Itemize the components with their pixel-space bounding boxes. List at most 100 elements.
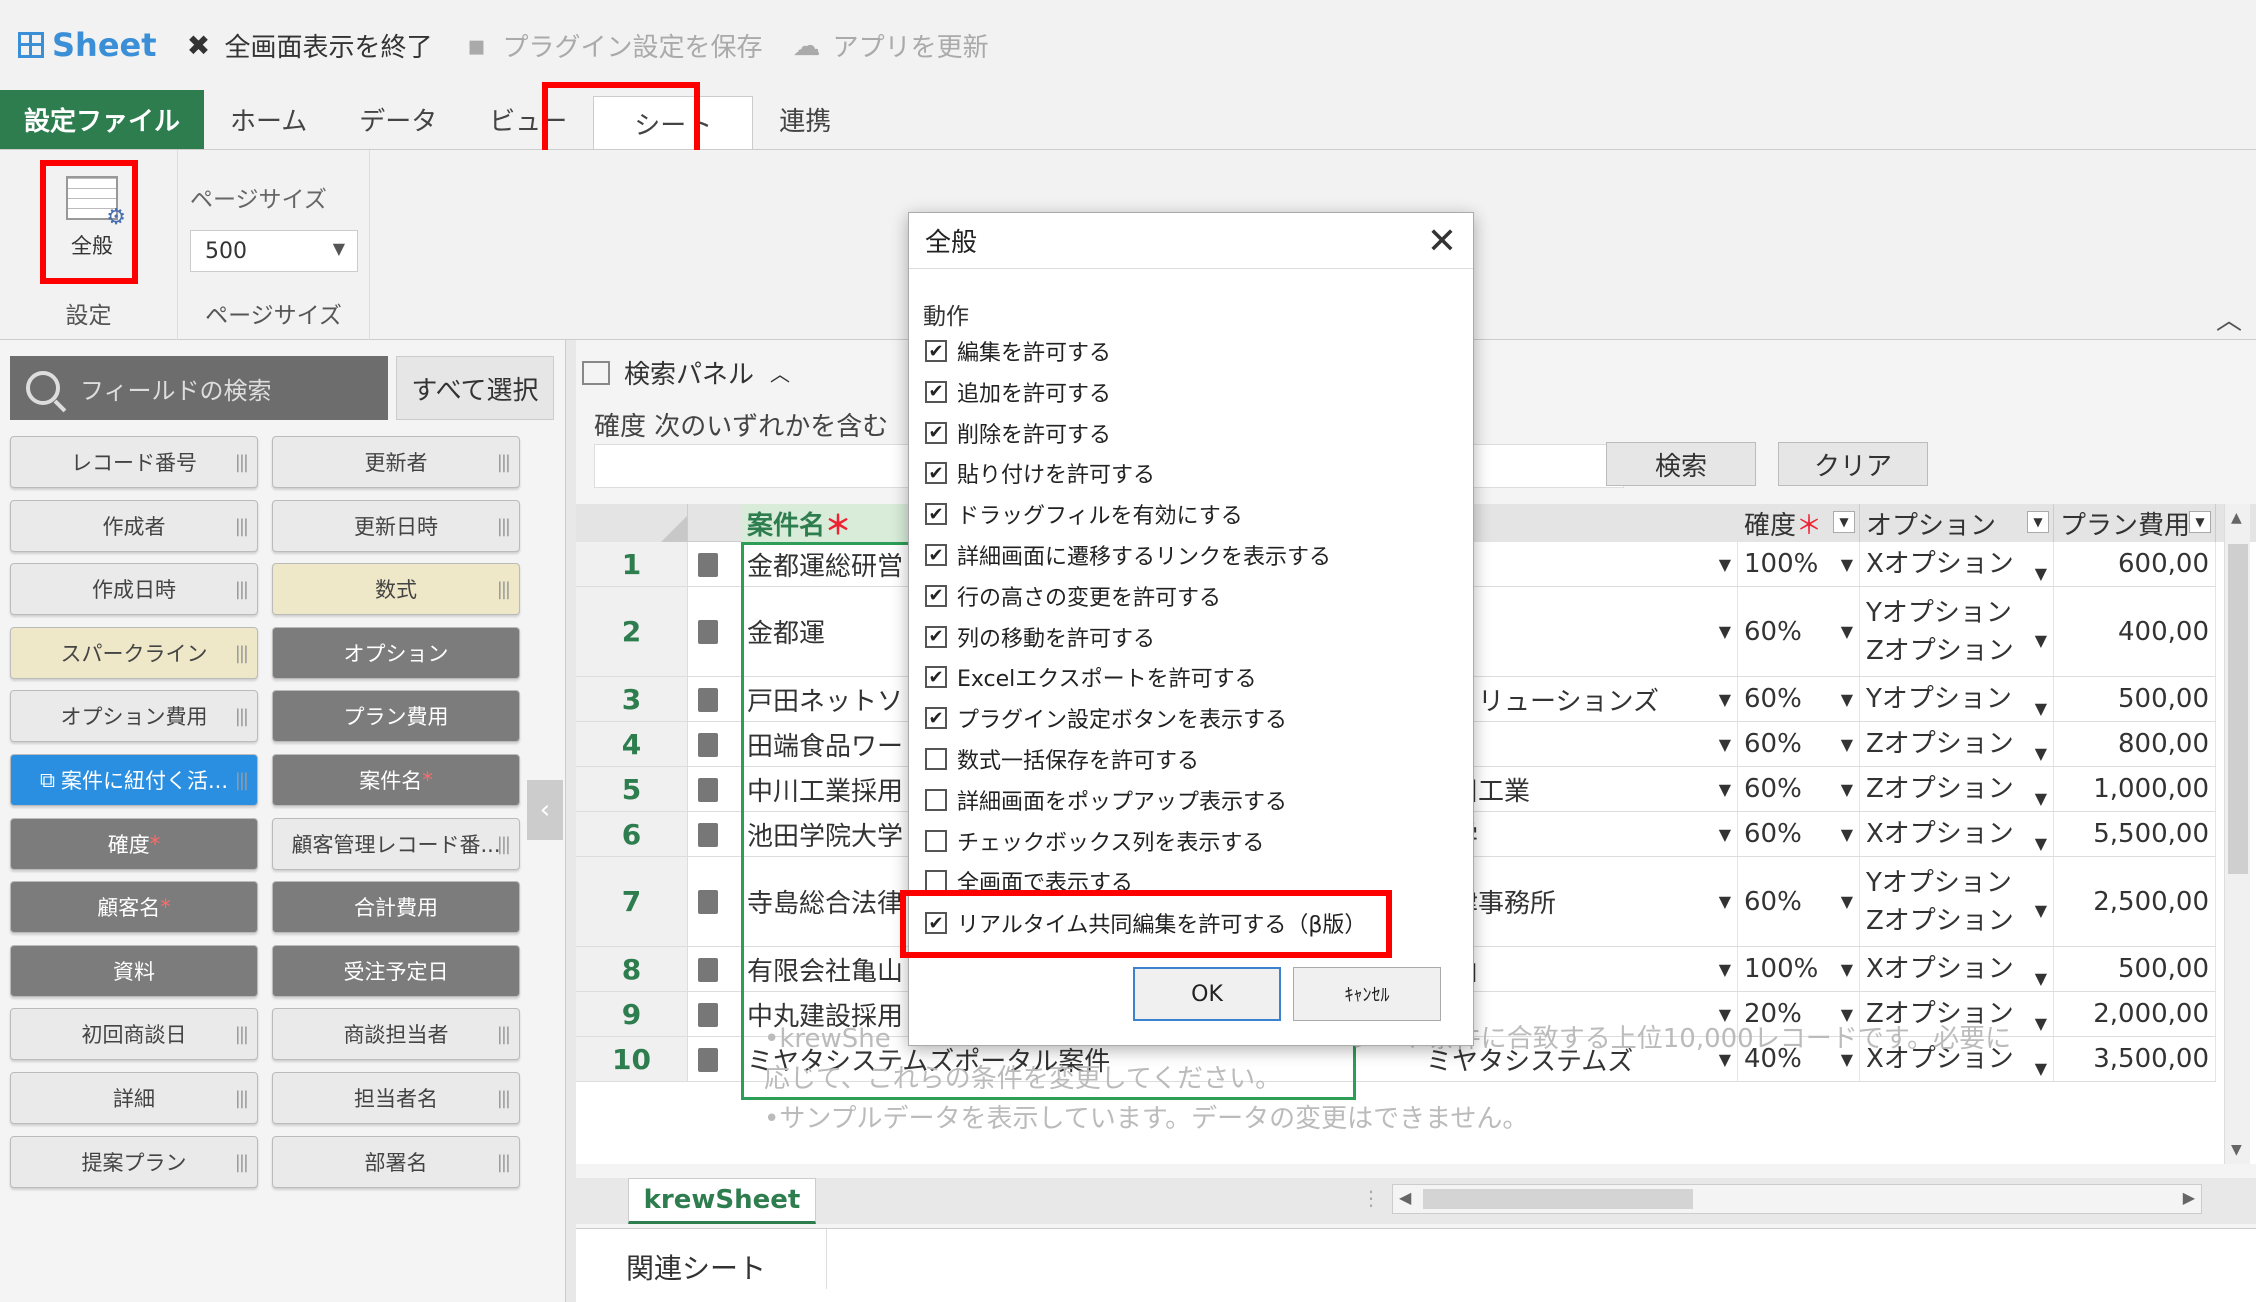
cell-plan-cost[interactable]: 3,500,00 (2054, 1037, 2216, 1081)
scroll-thumb[interactable] (2228, 544, 2248, 874)
dropdown-arrow-icon[interactable]: ▼ (1841, 735, 1853, 754)
sheet-tab-krewsheet[interactable]: krewSheet (628, 1178, 816, 1224)
cell-option[interactable]: Yオプション Zオプション ▼ (1860, 857, 2054, 946)
document-icon[interactable] (698, 822, 718, 847)
option-checkbox-row[interactable]: 詳細画面をポップアップ表示する (925, 784, 1287, 816)
collapse-panel-icon[interactable]: ‹ (527, 780, 563, 840)
option-checkbox-row[interactable]: ✔ Excelエクスポートを許可する (925, 661, 1257, 693)
document-icon[interactable] (698, 957, 718, 982)
cell-option[interactable]: Yオプション Zオプション ▼ (1860, 587, 2054, 676)
drag-grip-icon[interactable]: ||| (235, 452, 249, 473)
field-chip[interactable]: 顧客名 * (10, 881, 258, 934)
clear-button[interactable]: クリア (1778, 442, 1928, 486)
field-chip[interactable]: 詳細 ||| (10, 1072, 258, 1124)
dropdown-arrow-icon[interactable]: ▼ (1719, 960, 1731, 979)
cell-probability[interactable]: 100% ▼ (1738, 542, 1860, 586)
field-chip[interactable]: 部署名 ||| (272, 1135, 520, 1188)
option-checkbox-row[interactable]: ✔ 追加を許可する (925, 376, 1111, 408)
checkbox-unchecked[interactable] (925, 788, 947, 811)
cell-plan-cost[interactable]: 1,000,00 (2054, 767, 2216, 811)
page-size-select[interactable]: 500 ▼ (190, 230, 358, 272)
field-chip[interactable]: 数式 ||| (272, 563, 520, 616)
field-chip[interactable]: 更新日時 ||| (272, 499, 520, 552)
checkbox-unchecked[interactable] (925, 748, 947, 770)
scroll-up-icon[interactable]: ▲ (2231, 510, 2242, 526)
dropdown-arrow-icon[interactable]: ▼ (1841, 780, 1853, 799)
document-icon[interactable] (698, 687, 718, 712)
field-chip[interactable]: 担当者名 ||| (272, 1072, 520, 1124)
field-chip[interactable]: 案件名 * (272, 754, 520, 806)
filter-icon[interactable]: ▼ (1833, 511, 1855, 533)
document-icon[interactable] (698, 732, 718, 757)
checkbox-checked[interactable]: ✔ (925, 544, 947, 566)
drag-grip-icon[interactable]: ||| (497, 452, 511, 473)
cell-probability[interactable]: 100% ▼ (1738, 947, 1860, 991)
ok-button[interactable]: OK (1133, 967, 1281, 1021)
checkbox-checked[interactable]: ✔ (925, 584, 947, 607)
save-plugin-settings-button[interactable]: ▪ プラグイン設定を保存 (463, 27, 763, 64)
dropdown-arrow-icon[interactable]: ▼ (2035, 960, 2047, 992)
field-chip[interactable]: ⧉ 案件に紐付く活... ||| (10, 754, 258, 806)
close-icon[interactable]: ✕ (1427, 221, 1457, 262)
cell-plan-cost[interactable]: 400,00 (2054, 587, 2216, 676)
field-chip[interactable]: 受注予定日 (272, 944, 520, 997)
tab-view[interactable]: ビュー (463, 90, 593, 149)
dropdown-arrow-icon[interactable]: ▼ (1719, 690, 1731, 709)
filter-icon[interactable]: ▼ (2189, 511, 2211, 533)
dropdown-arrow-icon[interactable]: ▼ (2035, 735, 2047, 767)
option-checkbox-row[interactable]: 数式一括保存を許可する (925, 743, 1199, 775)
drag-grip-icon[interactable]: ||| (235, 516, 249, 537)
dropdown-arrow-icon[interactable]: ▼ (2035, 825, 2047, 857)
dropdown-arrow-icon[interactable]: ▼ (1841, 622, 1853, 641)
field-chip[interactable]: 確度 * (10, 817, 258, 870)
field-chip[interactable]: 提案プラン ||| (10, 1135, 258, 1188)
dropdown-arrow-icon[interactable]: ▼ (1719, 555, 1731, 574)
document-icon[interactable] (698, 552, 718, 577)
checkbox-checked[interactable]: ✔ (925, 421, 947, 444)
cell-probability[interactable]: 60% ▼ (1738, 677, 1860, 721)
scroll-right-icon[interactable]: ▶ (2183, 1188, 2195, 1207)
dropdown-arrow-icon[interactable]: ▼ (1719, 780, 1731, 799)
field-chip[interactable]: 資料 (10, 944, 258, 997)
tab-home[interactable]: ホーム (204, 90, 333, 149)
cell-plan-cost[interactable]: 600,00 (2054, 542, 2216, 586)
cell-option[interactable]: Zオプション ▼ (1860, 722, 2054, 766)
select-all-button[interactable]: すべて選択 (396, 356, 554, 420)
cell-probability[interactable]: 60% ▼ (1738, 722, 1860, 766)
option-checkbox-row[interactable]: ✔ 削除を許可する (925, 417, 1111, 449)
general-settings-button[interactable]: 全般 (52, 172, 132, 272)
field-chip[interactable]: 合計費用 (272, 881, 520, 934)
field-chip[interactable]: 顧客管理レコード番... ||| (272, 817, 520, 870)
drag-grip-icon[interactable]: ||| (235, 706, 249, 727)
document-icon[interactable] (698, 1047, 718, 1072)
exit-fullscreen-button[interactable]: ✖ 全画面表示を終了 (185, 27, 433, 64)
scroll-left-icon[interactable]: ◀ (1399, 1188, 1411, 1207)
dropdown-arrow-icon[interactable]: ▼ (1719, 825, 1731, 844)
cell-plan-cost[interactable]: 2,000,00 (2054, 992, 2216, 1036)
cell-option[interactable]: Xオプション ▼ (1860, 542, 2054, 586)
field-chip[interactable]: 作成者 ||| (10, 499, 258, 552)
option-checkbox-row[interactable]: チェックボックス列を表示する (925, 825, 1264, 857)
search-panel-header[interactable]: 検索パネル ︿ (582, 354, 790, 391)
tab-sheet[interactable]: シート (593, 96, 754, 149)
field-chip[interactable]: スパークライン ||| (10, 626, 258, 679)
checkbox-checked[interactable]: ✔ (925, 503, 947, 526)
field-chip[interactable]: プラン費用 (272, 690, 520, 743)
tab-data[interactable]: データ (333, 90, 463, 149)
cell-probability[interactable]: 60% ▼ (1738, 767, 1860, 811)
dropdown-arrow-icon[interactable]: ▼ (1841, 690, 1853, 709)
cell-option[interactable]: Yオプション ▼ (1860, 677, 2054, 721)
cell-option[interactable]: Zオプション ▼ (1860, 767, 2054, 811)
tab-settings-file[interactable]: 設定ファイル (0, 90, 205, 149)
checkbox-checked[interactable]: ✔ (925, 707, 947, 730)
dropdown-arrow-icon[interactable]: ▼ (1841, 892, 1853, 911)
field-chip[interactable]: 更新者 ||| (272, 436, 520, 488)
option-checkbox-row[interactable]: ✔ プラグイン設定ボタンを表示する (925, 702, 1287, 734)
checkbox-checked[interactable]: ✔ (925, 625, 947, 648)
dropdown-arrow-icon[interactable]: ▼ (1719, 735, 1731, 754)
checkbox-checked[interactable]: ✔ (925, 340, 947, 362)
cell-plan-cost[interactable]: 800,00 (2054, 722, 2216, 766)
horizontal-scrollbar[interactable]: ◀ ▶ (1392, 1184, 2202, 1214)
search-button[interactable]: 検索 (1606, 442, 1756, 486)
option-checkbox-row[interactable]: ✔ 列の移動を許可する (925, 621, 1155, 653)
